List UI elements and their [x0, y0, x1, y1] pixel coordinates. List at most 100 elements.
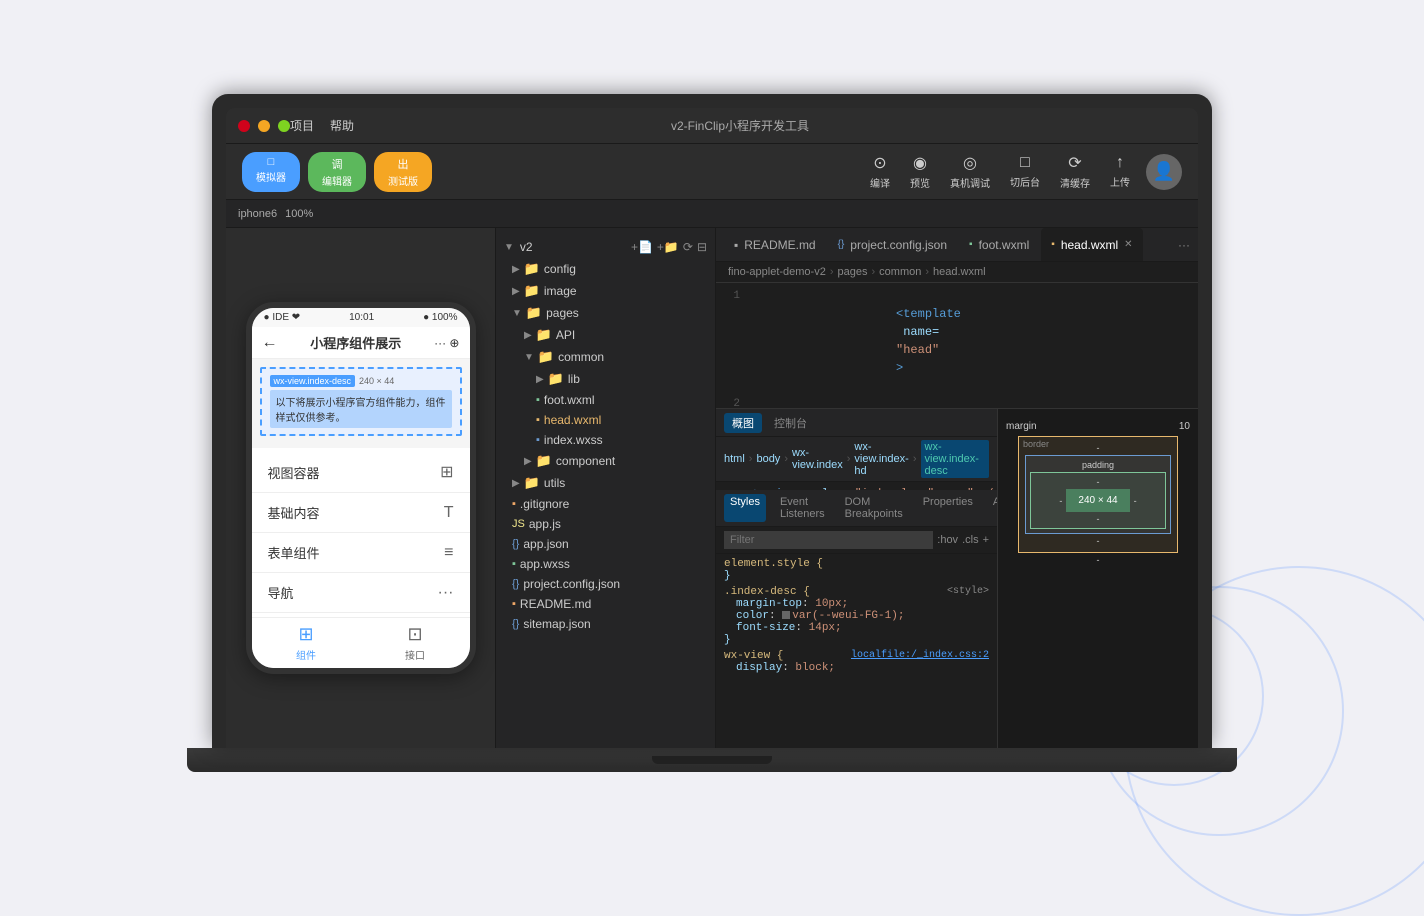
file-icon-app-wxss: ▪	[512, 558, 516, 570]
filter-cls[interactable]: .cls	[962, 534, 979, 546]
html-path-index-hd[interactable]: wx-view.index-hd	[854, 441, 908, 477]
tree-item-lib[interactable]: ▶ 📁 lib	[496, 368, 715, 390]
bottom-nav-component-icon: ⊞	[298, 624, 313, 645]
tab-project-config[interactable]: {} project.config.json	[828, 228, 957, 261]
element-text: 以下将展示小程序官方组件能力，组件样式仅供参考。	[270, 390, 452, 428]
chevron-pages: ▼	[512, 308, 522, 319]
box-model-panel: margin 10 border - padding	[998, 409, 1198, 748]
user-avatar[interactable]: 👤	[1146, 154, 1182, 190]
folder-icon-pages: 📁	[526, 305, 542, 321]
menu-help[interactable]: 帮助	[330, 117, 354, 134]
tab-simulator-icon: □	[268, 156, 275, 168]
filter-buttons: :hov .cls +	[937, 534, 989, 546]
tree-item-readme[interactable]: ▪ README.md	[496, 594, 715, 614]
tree-item-component[interactable]: ▶ 📁 component	[496, 450, 715, 472]
action-background[interactable]: □ 切后台	[1010, 154, 1040, 189]
tree-item-api[interactable]: ▶ 📁 API	[496, 324, 715, 346]
tree-item-foot-wxml[interactable]: ▪ foot.wxml	[496, 390, 715, 410]
tab-close-head-wxml[interactable]: ✕	[1124, 239, 1132, 250]
tab-foot-wxml[interactable]: ▪ foot.wxml	[959, 228, 1039, 261]
breadcrumb-sep-2: ›	[872, 266, 876, 278]
menu-project[interactable]: 项目	[290, 117, 314, 134]
style-source-wx-view[interactable]: localfile:/_index.css:2	[851, 650, 989, 662]
tree-label-app-json: app.json	[523, 537, 568, 551]
tree-item-app-json[interactable]: {} app.json	[496, 534, 715, 554]
tree-item-pages[interactable]: ▼ 📁 pages	[496, 302, 715, 324]
collapse-icon[interactable]: ⊟	[697, 240, 707, 254]
action-preview[interactable]: ◉ 预览	[910, 153, 930, 190]
clear-cache-label: 清缓存	[1060, 175, 1090, 190]
app-title: v2-FinClip小程序开发工具	[354, 117, 1126, 134]
tree-item-gitignore[interactable]: ▪ .gitignore	[496, 494, 715, 514]
tree-item-image[interactable]: ▶ 📁 image	[496, 280, 715, 302]
tab-test[interactable]: 出 测试版	[374, 152, 432, 192]
file-icon-foot-wxml: ▪	[536, 394, 540, 406]
tree-item-common[interactable]: ▼ 📁 common	[496, 346, 715, 368]
editor-tabs: ▪ README.md {} project.config.json ▪ foo…	[716, 228, 1198, 262]
nav-item-container: 视图容器 ⊞	[252, 452, 470, 493]
tree-item-head-wxml[interactable]: ▪ head.wxml	[496, 410, 715, 430]
device-debug-label: 真机调试	[950, 175, 990, 190]
new-folder-icon[interactable]: +📁	[657, 240, 679, 254]
html-path: html › body › wx-view.index › wx-view.in…	[716, 437, 997, 482]
styles-tab-props[interactable]: Properties	[917, 494, 979, 522]
chevron-lib: ▶	[536, 374, 544, 385]
close-button[interactable]	[238, 120, 250, 132]
tab-more[interactable]: ···	[1178, 238, 1190, 252]
styles-tab-styles[interactable]: Styles	[724, 494, 766, 522]
tab-editor[interactable]: 调 编辑器	[308, 152, 366, 192]
bottom-nav-api[interactable]: ⊡ 接口	[361, 618, 470, 668]
element-size: 240 × 44	[359, 376, 394, 386]
filter-hover[interactable]: :hov	[937, 534, 958, 546]
tree-label-utils: utils	[544, 476, 565, 490]
html-path-index-desc[interactable]: wx-view.index-desc	[921, 440, 990, 478]
tree-item-project-config[interactable]: {} project.config.json	[496, 574, 715, 594]
chevron-image: ▶	[512, 286, 520, 297]
minimize-button[interactable]	[258, 120, 270, 132]
tab-readme[interactable]: ▪ README.md	[724, 228, 826, 261]
tree-item-index-wxss[interactable]: ▪ index.wxss	[496, 430, 715, 450]
padding-right-val: -	[1134, 496, 1137, 506]
tree-item-utils[interactable]: ▶ 📁 utils	[496, 472, 715, 494]
tree-label-head-wxml: head.wxml	[544, 413, 601, 427]
tree-item-config[interactable]: ▶ 📁 config	[496, 258, 715, 280]
action-clear-cache[interactable]: ⟳ 清缓存	[1060, 153, 1090, 190]
tree-item-app-js[interactable]: JS app.js	[496, 514, 715, 534]
action-device-debug[interactable]: ◎ 真机调试	[950, 153, 990, 190]
tree-item-sitemap[interactable]: {} sitemap.json	[496, 614, 715, 634]
bottom-tab-overview[interactable]: 概图	[724, 413, 762, 433]
padding-bottom-val: -	[1035, 514, 1161, 524]
html-path-body[interactable]: body	[756, 453, 780, 465]
bottom-nav-component[interactable]: ⊞ 组件	[252, 618, 361, 668]
chevron-common: ▼	[524, 352, 534, 363]
border-bottom-val: -	[1025, 536, 1171, 546]
styles-tab-dom[interactable]: DOM Breakpoints	[839, 494, 909, 522]
tab-head-wxml[interactable]: ▪ head.wxml ✕	[1041, 228, 1142, 261]
filter-add[interactable]: +	[983, 534, 989, 546]
nav-item-label-basic: 基础内容	[268, 503, 320, 522]
maximize-button[interactable]	[278, 120, 290, 132]
folder-icon-api: 📁	[536, 327, 552, 343]
style-selector-wx-view: wx-view {	[724, 650, 783, 662]
bottom-tab-console[interactable]: 控制台	[766, 413, 815, 433]
html-path-index[interactable]: wx-view.index	[792, 447, 843, 471]
chevron-api: ▶	[524, 330, 532, 341]
phone-device: ● IDE ❤ 10:01 ● 100% ← 小程序组件展示 ··· ⊕	[246, 302, 476, 674]
file-icon-app-json: {}	[512, 538, 519, 550]
source-code: <wx-image class="index-logo" src="../res…	[716, 482, 997, 490]
tab-icon-head-wxml: ▪	[1051, 239, 1055, 250]
tree-item-app-wxss[interactable]: ▪ app.wxss	[496, 554, 715, 574]
phone-title: 小程序组件展示	[310, 333, 401, 352]
new-file-icon[interactable]: +📄	[631, 240, 653, 254]
action-upload[interactable]: ↑ 上传	[1110, 154, 1130, 189]
styles-tab-access[interactable]: Accessibility	[987, 494, 998, 522]
tree-label-app-wxss: app.wxss	[520, 557, 570, 571]
refresh-icon[interactable]: ⟳	[683, 240, 693, 254]
action-compile[interactable]: ⊙ 编译	[870, 153, 890, 190]
breadcrumb-root: fino-applet-demo-v2	[728, 266, 826, 278]
tab-simulator[interactable]: □ 模拟器	[242, 152, 300, 192]
filter-input[interactable]	[724, 531, 933, 549]
code-line-1: 1 <template name= "head" >	[716, 287, 1198, 395]
html-path-html[interactable]: html	[724, 453, 745, 465]
styles-tab-event[interactable]: Event Listeners	[774, 494, 831, 522]
